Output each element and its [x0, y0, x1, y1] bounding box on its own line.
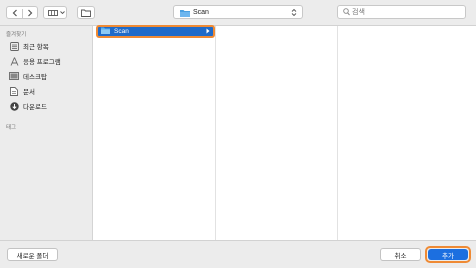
search-input[interactable] — [352, 7, 452, 17]
recent-items-icon — [9, 41, 19, 51]
nav-divider — [22, 9, 23, 18]
search-icon — [343, 8, 350, 18]
list-item[interactable]: Scan — [96, 25, 215, 38]
sidebar-item-documents[interactable]: 문서 — [9, 86, 35, 96]
applications-icon — [9, 56, 19, 66]
sidebar-item-applications[interactable]: 응용 프로그램 — [9, 56, 61, 66]
columns-view-icon — [48, 10, 58, 16]
add-button[interactable]: 추가 — [428, 249, 468, 260]
sidebar-item-label: 최근 항목 — [23, 44, 49, 51]
sidebar-item-recent[interactable]: 최근 항목 — [9, 41, 49, 51]
add-button-focus-ring: 추가 — [425, 246, 471, 263]
folder-outline-icon — [81, 9, 91, 17]
nav-buttons — [6, 6, 38, 19]
tags-section-label: 태그 — [6, 125, 17, 131]
toolbar: Scan — [0, 0, 476, 26]
sidebar-item-label: 응용 프로그램 — [23, 59, 61, 66]
folder-name: Scan — [114, 28, 129, 35]
forward-arrow-icon[interactable] — [26, 9, 34, 17]
updown-chevron-icon — [291, 8, 297, 19]
location-dropdown[interactable]: Scan — [173, 5, 303, 19]
documents-icon — [9, 86, 19, 96]
view-options-button[interactable] — [43, 6, 67, 19]
bottom-bar: 새로운 폴더 취소 추가 — [0, 240, 476, 268]
new-folder-button[interactable]: 새로운 폴더 — [7, 248, 58, 261]
desktop-icon — [9, 71, 19, 81]
sidebar-item-downloads[interactable]: 다운로드 — [9, 101, 47, 111]
chevron-down-icon — [60, 10, 65, 15]
sidebar: 즐겨찾기 최근 항목 응용 프로그램 데스크탑 문서 다운로드 태그 — [0, 26, 92, 240]
folder-icon — [101, 27, 110, 36]
sidebar-item-label: 다운로드 — [23, 104, 47, 111]
chevron-right-icon — [206, 28, 210, 36]
location-label: Scan — [193, 9, 209, 16]
downloads-icon — [9, 101, 19, 111]
search-field[interactable] — [337, 5, 466, 19]
column-browser: Scan — [92, 25, 476, 240]
folder-icon — [180, 9, 190, 19]
sidebar-item-desktop[interactable]: 데스크탑 — [9, 71, 47, 81]
group-folders-button[interactable] — [77, 6, 95, 19]
sidebar-item-label: 문서 — [23, 89, 35, 96]
back-arrow-icon[interactable] — [11, 9, 19, 17]
sidebar-item-label: 데스크탑 — [23, 74, 47, 81]
favorites-section-label: 즐겨찾기 — [6, 32, 27, 38]
column-divider[interactable] — [215, 26, 216, 240]
column-divider[interactable] — [337, 26, 338, 240]
cancel-button[interactable]: 취소 — [380, 248, 421, 261]
